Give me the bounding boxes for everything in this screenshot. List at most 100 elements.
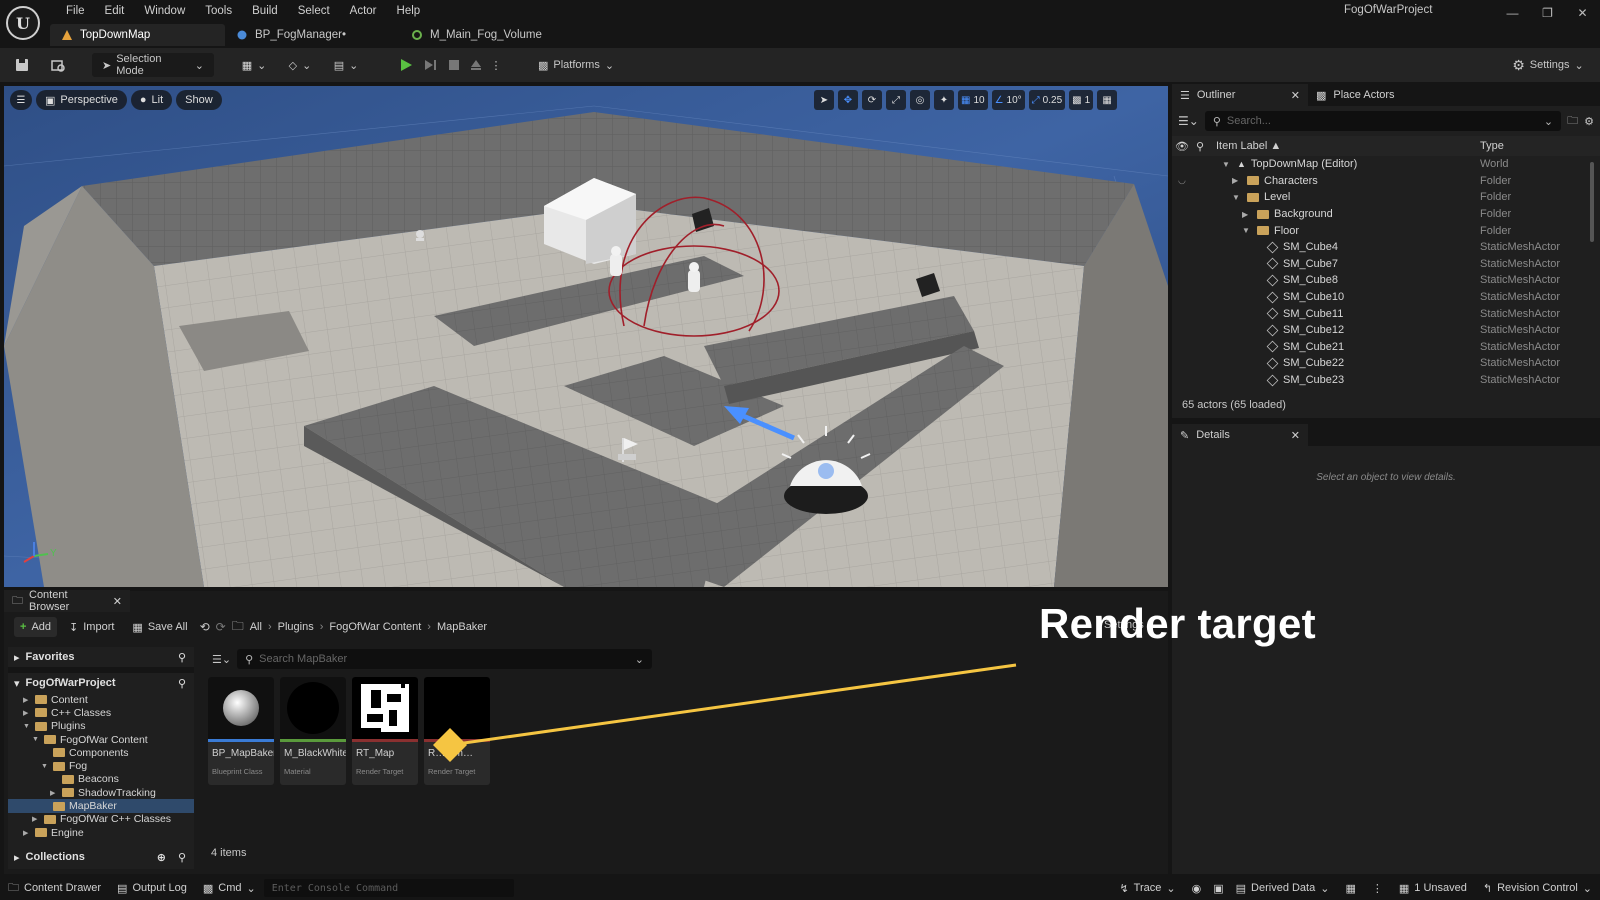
- rotate-tool-icon[interactable]: ⟳: [862, 90, 882, 110]
- chevron-right-icon[interactable]: ▶: [32, 815, 40, 823]
- filter-icon[interactable]: ☰⌄: [212, 653, 231, 666]
- play-options-icon[interactable]: ⋮: [490, 53, 502, 77]
- outliner-row[interactable]: SM_Cube7 StaticMeshActor: [1172, 256, 1600, 273]
- tab-details[interactable]: ✎ Details ✕: [1172, 424, 1308, 446]
- outliner-row[interactable]: ▼ Level Folder: [1172, 189, 1600, 206]
- tab-m-main-fog-volume[interactable]: M_Main_Fog_Volume: [400, 24, 554, 46]
- folder-tree-item[interactable]: ▼ Plugins: [8, 720, 194, 733]
- character-actor[interactable]: [688, 262, 700, 292]
- tab-place-actors[interactable]: ▩ Place Actors: [1308, 84, 1403, 106]
- rotation-snap-toggle[interactable]: ∠ 10°: [991, 90, 1025, 110]
- outliner-row[interactable]: SM_Cube23 StaticMeshActor: [1172, 372, 1600, 389]
- close-icon[interactable]: ✕: [113, 595, 122, 608]
- chevron-down-icon[interactable]: ▼: [1242, 226, 1252, 235]
- project-header[interactable]: ▾ FogOfWarProject ⚲: [8, 673, 194, 693]
- chevron-right-icon[interactable]: ▶: [23, 829, 31, 837]
- add-collection-icon[interactable]: ⊕: [157, 851, 166, 864]
- outliner-row[interactable]: SM_Cube4 StaticMeshActor: [1172, 239, 1600, 256]
- visibility-toggle-icon[interactable]: ◡: [1178, 175, 1186, 186]
- add-button[interactable]: + Add: [14, 617, 58, 637]
- outliner-row[interactable]: SM_Cube22 StaticMeshActor: [1172, 355, 1600, 372]
- forward-icon[interactable]: ⟳: [216, 620, 226, 634]
- output-log-button[interactable]: ▤ Output Log: [109, 876, 195, 900]
- asset-tile-render-target-small[interactable]: R… Sm… Render Target: [424, 677, 490, 785]
- gear-icon[interactable]: ⚙: [1584, 115, 1594, 128]
- more-options-icon[interactable]: ⋮: [1364, 876, 1391, 900]
- breadcrumb-fogofwar-content[interactable]: FogOfWar Content: [329, 621, 421, 633]
- folder-tree-item[interactable]: ▶ Engine: [8, 826, 194, 839]
- menu-select[interactable]: Select: [288, 3, 340, 19]
- close-icon[interactable]: ✕: [1291, 89, 1300, 102]
- console-input[interactable]: Enter Console Command: [263, 879, 514, 897]
- outliner-row[interactable]: SM_Cube10 StaticMeshActor: [1172, 289, 1600, 306]
- point-light-icon[interactable]: [416, 230, 424, 241]
- level-viewport[interactable]: Y ☰ ▣ Perspective ● Lit Show ➤ ✥ ⟳ ⤢ ◎ ✦…: [4, 86, 1168, 587]
- content-drawer-button[interactable]: 🗀 Content Drawer: [0, 876, 109, 900]
- asset-tile-bp-mapbaker[interactable]: BP_MapBaker Blueprint Class: [208, 677, 274, 785]
- viewport-menu-icon[interactable]: ☰: [10, 90, 32, 110]
- folder-tree-item[interactable]: Beacons: [8, 773, 194, 786]
- outliner-row[interactable]: SM_Cube12 StaticMeshActor: [1172, 322, 1600, 339]
- add-actor-button[interactable]: ▦ ⌄: [238, 53, 270, 77]
- outliner-row[interactable]: SM_Cube21 StaticMeshActor: [1172, 339, 1600, 356]
- folder-tree-item[interactable]: ▼ Fog: [8, 759, 194, 772]
- restore-icon[interactable]: ❐: [1530, 0, 1565, 26]
- unreal-logo-icon[interactable]: U: [6, 6, 40, 40]
- screenshot-icon[interactable]: ▣: [1209, 876, 1227, 900]
- menu-build[interactable]: Build: [242, 3, 288, 19]
- collections-header[interactable]: ▸ Collections ⊕ ⚲: [8, 847, 194, 867]
- back-icon[interactable]: ⟲: [200, 620, 210, 634]
- chevron-down-icon[interactable]: ▼: [23, 723, 31, 730]
- unsaved-button[interactable]: ▦ 1 Unsaved: [1391, 876, 1475, 900]
- cinematics-button[interactable]: ▤ ⌄: [330, 53, 362, 77]
- visibility-icon[interactable]: 👁: [1172, 140, 1192, 153]
- asset-tile-rt-map[interactable]: RT_Map Render Target: [352, 677, 418, 785]
- trace-dropdown[interactable]: ↯ Trace ⌄: [1111, 876, 1183, 900]
- chevron-down-icon[interactable]: ▼: [32, 736, 40, 743]
- save-icon[interactable]: [12, 53, 32, 77]
- outliner-row[interactable]: ▼ ▲ TopDownMap (Editor) World: [1172, 156, 1600, 173]
- cmd-dropdown[interactable]: ▩ Cmd ⌄: [195, 876, 264, 900]
- menu-window[interactable]: Window: [134, 3, 195, 19]
- viewport-scene[interactable]: [4, 86, 1168, 587]
- folder-tree-item[interactable]: MapBaker: [8, 799, 194, 813]
- menu-file[interactable]: File: [56, 3, 95, 19]
- chevron-down-icon[interactable]: ▼: [41, 763, 49, 770]
- character-actor[interactable]: [610, 246, 622, 276]
- outliner-scrollbar[interactable]: [1590, 162, 1594, 242]
- folder-tree-item[interactable]: ▶ C++ Classes: [8, 706, 194, 719]
- search-icon[interactable]: ⚲: [178, 651, 186, 664]
- grid-snap-toggle[interactable]: ▦ 10: [958, 90, 988, 110]
- chevron-right-icon[interactable]: ▶: [1232, 176, 1242, 185]
- tab-outliner[interactable]: ☰ Outliner ✕: [1172, 84, 1308, 106]
- tab-bp-fogmanager[interactable]: BP_FogManager•: [225, 24, 400, 46]
- save-all-button[interactable]: ▦ Save All: [126, 617, 193, 637]
- outliner-row[interactable]: ◡ ▶ Characters Folder: [1172, 173, 1600, 190]
- chevron-right-icon[interactable]: ▶: [50, 789, 58, 797]
- translate-tool-icon[interactable]: ✥: [838, 90, 858, 110]
- platforms-dropdown[interactable]: ▩ Platforms ⌄: [534, 53, 618, 77]
- outliner-row[interactable]: SM_Cube11 StaticMeshActor: [1172, 305, 1600, 322]
- asset-tile-m-blackwhite[interactable]: M_BlackWhite Material: [280, 677, 346, 785]
- search-icon[interactable]: ⚲: [178, 851, 186, 864]
- search-icon[interactable]: ⚲: [178, 677, 186, 690]
- breadcrumb-mapbaker[interactable]: MapBaker: [437, 621, 487, 633]
- maximize-viewport-icon[interactable]: ▦: [1097, 90, 1118, 110]
- outliner-search-input[interactable]: ⚲ Search... ⌄: [1204, 111, 1562, 131]
- play-button[interactable]: [396, 53, 416, 77]
- column-item-label[interactable]: Item Label ▲: [1216, 140, 1480, 152]
- outliner-row[interactable]: SM_Cube8 StaticMeshActor: [1172, 272, 1600, 289]
- outliner-row[interactable]: ▼ Floor Folder: [1172, 222, 1600, 239]
- world-space-icon[interactable]: ◎: [910, 90, 930, 110]
- chevron-down-icon[interactable]: ▼: [1232, 193, 1242, 202]
- close-icon[interactable]: ✕: [1291, 429, 1300, 442]
- chevron-down-icon[interactable]: ▼: [1222, 160, 1232, 169]
- record-icon[interactable]: ◉: [1184, 876, 1210, 900]
- breadcrumb-all[interactable]: All: [250, 621, 262, 633]
- new-folder-icon[interactable]: 🗀: [1567, 112, 1578, 131]
- lit-dropdown[interactable]: ● Lit: [130, 90, 173, 110]
- settings-dropdown[interactable]: ⚙ Settings ⌄: [1510, 53, 1586, 77]
- asset-search-input[interactable]: ⚲ Search MapBaker ⌄: [237, 649, 652, 669]
- eject-button[interactable]: [466, 53, 486, 77]
- column-type[interactable]: Type: [1480, 140, 1504, 152]
